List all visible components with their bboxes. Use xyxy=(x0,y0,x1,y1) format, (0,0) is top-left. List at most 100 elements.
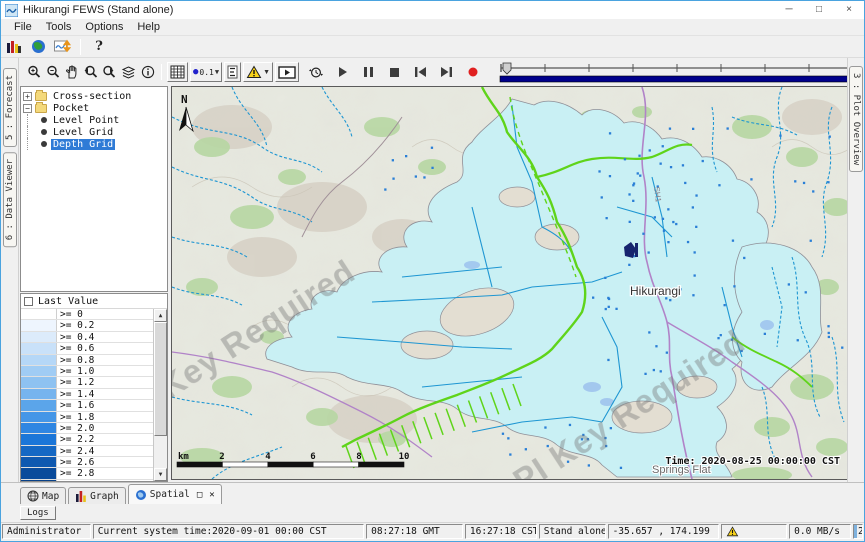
play-button[interactable] xyxy=(334,63,351,81)
legend-row-label: >= 2.4 xyxy=(57,446,97,456)
warning-icon xyxy=(726,526,739,537)
legend-row[interactable]: >= 1.0 xyxy=(21,366,153,377)
minimize-button[interactable]: ─ xyxy=(774,1,804,19)
legend-color-swatch xyxy=(21,400,57,410)
legend-list: >= 0>= 0.2>= 0.4>= 0.6>= 0.8>= 1.0>= 1.2… xyxy=(21,309,154,481)
help-button[interactable]: ? xyxy=(90,39,108,55)
marker-size-dropdown[interactable]: ● 0.1 ▼ xyxy=(190,62,222,82)
tab-close-icon[interactable]: ✕ xyxy=(209,490,214,500)
record-button[interactable] xyxy=(464,63,481,81)
maximize-button[interactable]: □ xyxy=(804,1,834,19)
last-value-checkbox[interactable] xyxy=(24,297,33,306)
tab-graph[interactable]: Graph xyxy=(68,487,126,504)
legend-row[interactable]: >= 2.2 xyxy=(21,434,153,445)
legend-color-swatch xyxy=(21,468,57,478)
legend-row[interactable]: >= 2.6 xyxy=(21,457,153,468)
tab-spatial[interactable]: Spatial □ ✕ xyxy=(128,484,222,504)
legend-row[interactable]: >= 0 xyxy=(21,309,153,320)
collapse-icon[interactable]: − xyxy=(23,104,32,113)
animation-clock-button[interactable] xyxy=(307,63,324,81)
legend-row[interactable]: >= 3.0 xyxy=(21,480,153,481)
map-canvas[interactable]: API Key Required API Key Required Hikura… xyxy=(172,87,850,479)
application-window: Hikurangi FEWS (Stand alone) ─ □ × File … xyxy=(0,0,865,542)
legend-row[interactable]: >= 2.0 xyxy=(21,423,153,434)
legend-color-swatch xyxy=(21,457,57,467)
last-value-label: Last Value xyxy=(38,296,98,307)
tab-maximize-icon[interactable]: □ xyxy=(197,490,202,500)
legend-row-label: >= 0.8 xyxy=(57,355,97,365)
scrollbar-track[interactable] xyxy=(154,322,167,468)
menu-options[interactable]: Options xyxy=(78,20,130,34)
tree-item-label: Level Point xyxy=(51,115,121,126)
tree-item-level-grid[interactable]: Level Grid xyxy=(23,126,165,138)
grid-display-button[interactable] xyxy=(167,62,188,82)
legend-scrollbar[interactable]: ▲ ▼ xyxy=(154,309,167,481)
timeline-handle[interactable] xyxy=(503,63,511,74)
legend-row-label: >= 1.8 xyxy=(57,412,97,422)
legend-color-swatch xyxy=(21,389,57,399)
legend-row[interactable]: >= 0.8 xyxy=(21,355,153,366)
status-bar: Administrator Current system time:2020-0… xyxy=(1,522,864,541)
menu-tools[interactable]: Tools xyxy=(39,20,79,34)
legend-row[interactable]: >= 1.2 xyxy=(21,377,153,388)
menu-file[interactable]: File xyxy=(7,20,39,34)
zoom-in-button[interactable] xyxy=(25,63,42,81)
database-icon[interactable] xyxy=(5,39,23,55)
zoom-previous-button[interactable] xyxy=(82,63,99,81)
tab-data-viewer[interactable]: 6 : Data Viewer xyxy=(3,152,17,247)
zoom-out-button[interactable] xyxy=(44,63,61,81)
skip-to-end-button[interactable] xyxy=(438,63,455,81)
stop-button[interactable] xyxy=(386,63,403,81)
tree-guide-line xyxy=(27,138,39,150)
info-button[interactable] xyxy=(139,63,156,81)
tree-item-cross-section[interactable]: + Cross-section xyxy=(23,90,165,102)
svg-text:8: 8 xyxy=(356,452,361,462)
map-display-icon[interactable] xyxy=(29,39,47,55)
legend-row-label: >= 2.6 xyxy=(57,457,97,467)
marker-dot-icon: ● xyxy=(193,67,198,77)
zoom-next-button[interactable] xyxy=(101,63,118,81)
tab-map[interactable]: Map xyxy=(20,487,66,504)
tree-item-label: Pocket xyxy=(51,103,91,114)
scroll-down-icon[interactable]: ▼ xyxy=(154,468,167,481)
status-warning-cell[interactable] xyxy=(721,524,787,539)
tab-forecast[interactable]: 5 : Forecast xyxy=(3,68,17,147)
status-cst-time: 16:27:18 CST xyxy=(465,524,537,539)
labels-toggle-button[interactable] xyxy=(224,62,241,82)
legend-row[interactable]: >= 0.4 xyxy=(21,332,153,343)
legend-row[interactable]: >= 2.8 xyxy=(21,468,153,479)
thresholds-warning-dropdown[interactable]: ▼ xyxy=(243,62,273,82)
legend-row[interactable]: >= 0.2 xyxy=(21,320,153,331)
tab-plot-overview[interactable]: 3 : Plot Overview xyxy=(849,66,863,172)
scroll-up-icon[interactable]: ▲ xyxy=(154,309,167,322)
skip-to-start-button[interactable] xyxy=(412,63,429,81)
memory-label: 2.5 GB xyxy=(858,526,863,537)
timeline-slider[interactable] xyxy=(497,61,855,84)
scrollbar-thumb[interactable] xyxy=(154,322,167,436)
legend-row-label: >= 2.2 xyxy=(57,434,97,444)
legend-row[interactable]: >= 0.6 xyxy=(21,343,153,354)
status-user: Administrator xyxy=(2,524,91,539)
legend-row[interactable]: >= 1.6 xyxy=(21,400,153,411)
menu-help[interactable]: Help xyxy=(130,20,167,34)
animation-movie-button[interactable] xyxy=(275,62,299,82)
timeseries-icon[interactable] xyxy=(53,39,71,55)
layers-button[interactable] xyxy=(120,63,137,81)
legend-row[interactable]: >= 1.4 xyxy=(21,389,153,400)
pause-button[interactable] xyxy=(360,63,377,81)
logs-button[interactable]: Logs xyxy=(20,506,56,520)
legend-row[interactable]: >= 2.4 xyxy=(21,446,153,457)
menu-bar: File Tools Options Help xyxy=(1,19,864,36)
pan-hand-button[interactable] xyxy=(63,63,80,81)
legend-header: Last Value xyxy=(21,294,167,309)
expand-icon[interactable]: + xyxy=(23,92,32,101)
legend-row[interactable]: >= 1.8 xyxy=(21,412,153,423)
tree-item-pocket[interactable]: − Pocket xyxy=(23,102,165,114)
tree-item-level-point[interactable]: Level Point xyxy=(23,114,165,126)
legend-color-swatch xyxy=(21,320,57,330)
bar-chart-icon xyxy=(75,490,87,502)
tree-item-depth-grid[interactable]: Depth Grid xyxy=(23,138,165,150)
close-button[interactable]: × xyxy=(834,1,864,19)
data-viewer-panel: + Cross-section − Pocket Level P xyxy=(19,86,169,482)
legend-color-swatch xyxy=(21,480,57,481)
